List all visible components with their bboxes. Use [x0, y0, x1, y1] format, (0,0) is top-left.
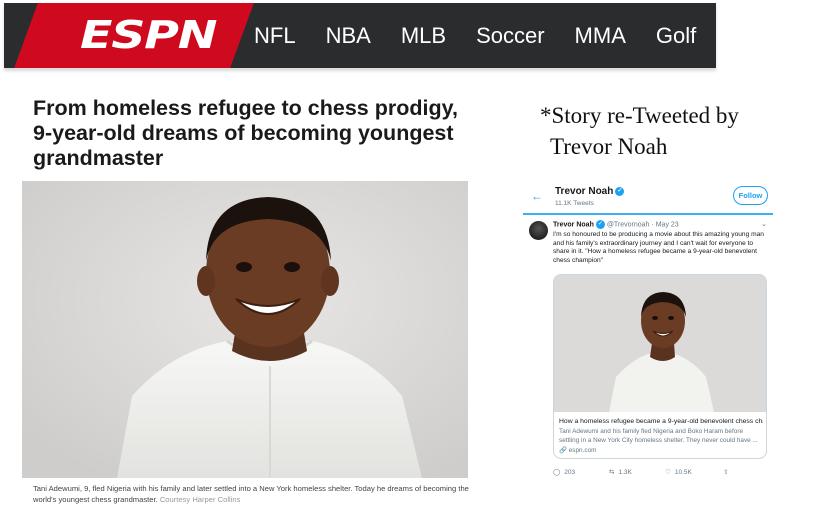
nav-item-soccer[interactable]: Soccer	[476, 23, 544, 49]
verified-badge-icon: ✓	[595, 220, 605, 229]
tweet-author[interactable]: Trevor Noah	[553, 221, 594, 228]
author-avatar[interactable]	[529, 221, 548, 240]
card-link: 🔗 espn.com	[559, 446, 596, 454]
retweet-note: *Story re-Tweeted by Trevor Noah	[540, 100, 739, 162]
tweet-date[interactable]: May 23	[656, 221, 679, 228]
like-count: 10.5K	[674, 469, 692, 476]
espn-logo[interactable]: ESPN	[80, 13, 217, 57]
like-button[interactable]: ♡ 10.5K	[665, 468, 692, 476]
header-divider	[523, 213, 773, 215]
verified-badge-icon: ✓	[615, 186, 625, 196]
tweet-screenshot: ← Trevor Noah ✓ 11.1K Tweets Follow Trevo…	[523, 180, 773, 485]
article-headline: From homeless refugee to chess prodigy, …	[33, 96, 458, 170]
nav-item-mlb[interactable]: MLB	[401, 23, 446, 49]
card-link-domain: espn.com	[568, 447, 597, 454]
reply-button[interactable]: ◯ 203	[553, 468, 575, 476]
nav-item-nfl[interactable]: NFL	[254, 23, 296, 49]
tweet-header: Trevor Noah ✓ @Trevornoah · May 23	[553, 220, 679, 229]
retweet-icon: ⇆	[609, 469, 615, 476]
profile-header: Trevor Noah ✓	[555, 186, 625, 197]
card-title: How a homeless refugee became a 9-year-o…	[559, 418, 763, 425]
photo-caption: Tani Adewumi, 9, fled Nigeria with his f…	[33, 483, 473, 505]
profile-name: Trevor Noah	[555, 186, 614, 197]
nav-item-nba[interactable]: NBA	[326, 23, 371, 49]
photo-credit: Courtesy Harper Collins	[159, 495, 241, 504]
retweet-count: 1.3K	[618, 469, 632, 476]
dot-separator: ·	[651, 221, 654, 229]
note-line-1: *Story re-Tweeted by	[540, 103, 739, 128]
tweet-text: I'm so honoured to be producing a movie …	[553, 231, 764, 264]
article-hero-photo	[22, 181, 468, 478]
reply-icon: ◯	[553, 469, 561, 476]
chevron-down-icon[interactable]: ⌄	[761, 220, 767, 228]
follow-button[interactable]: Follow	[733, 186, 768, 205]
tweet-handle[interactable]: @Trevornoah	[607, 221, 650, 228]
share-icon: ⇧	[723, 469, 729, 476]
nav-item-mma[interactable]: MMA	[575, 23, 626, 49]
nav-item-golf[interactable]: Golf	[656, 23, 696, 49]
tweet-actions: ◯ 203 ⇆ 1.3K ♡ 10.5K ⇧	[553, 468, 767, 480]
heart-icon: ♡	[665, 469, 671, 476]
link-card[interactable]: How a homeless refugee became a 9-year-o…	[553, 274, 767, 459]
note-line-2: Trevor Noah	[550, 134, 668, 159]
sport-nav: NFL NBA MLB Soccer MMA Golf	[254, 23, 716, 49]
retweet-button[interactable]: ⇆ 1.3K	[609, 468, 632, 476]
tweet-count: 11.1K Tweets	[555, 200, 594, 207]
card-description: Tani Adewumi and his family fled Nigeria…	[559, 428, 758, 444]
link-icon: 🔗	[559, 447, 567, 454]
caption-text: Tani Adewumi, 9, fled Nigeria with his f…	[33, 484, 469, 504]
card-photo	[554, 275, 766, 412]
reply-count: 203	[564, 469, 576, 476]
card-boy-illustration	[554, 275, 766, 412]
espn-nav-bar: ESPN NFL NBA MLB Soccer MMA Golf	[4, 3, 716, 68]
back-arrow-icon[interactable]: ←	[531, 189, 543, 203]
share-button[interactable]: ⇧	[723, 468, 732, 476]
boy-portrait-illustration	[22, 181, 468, 478]
